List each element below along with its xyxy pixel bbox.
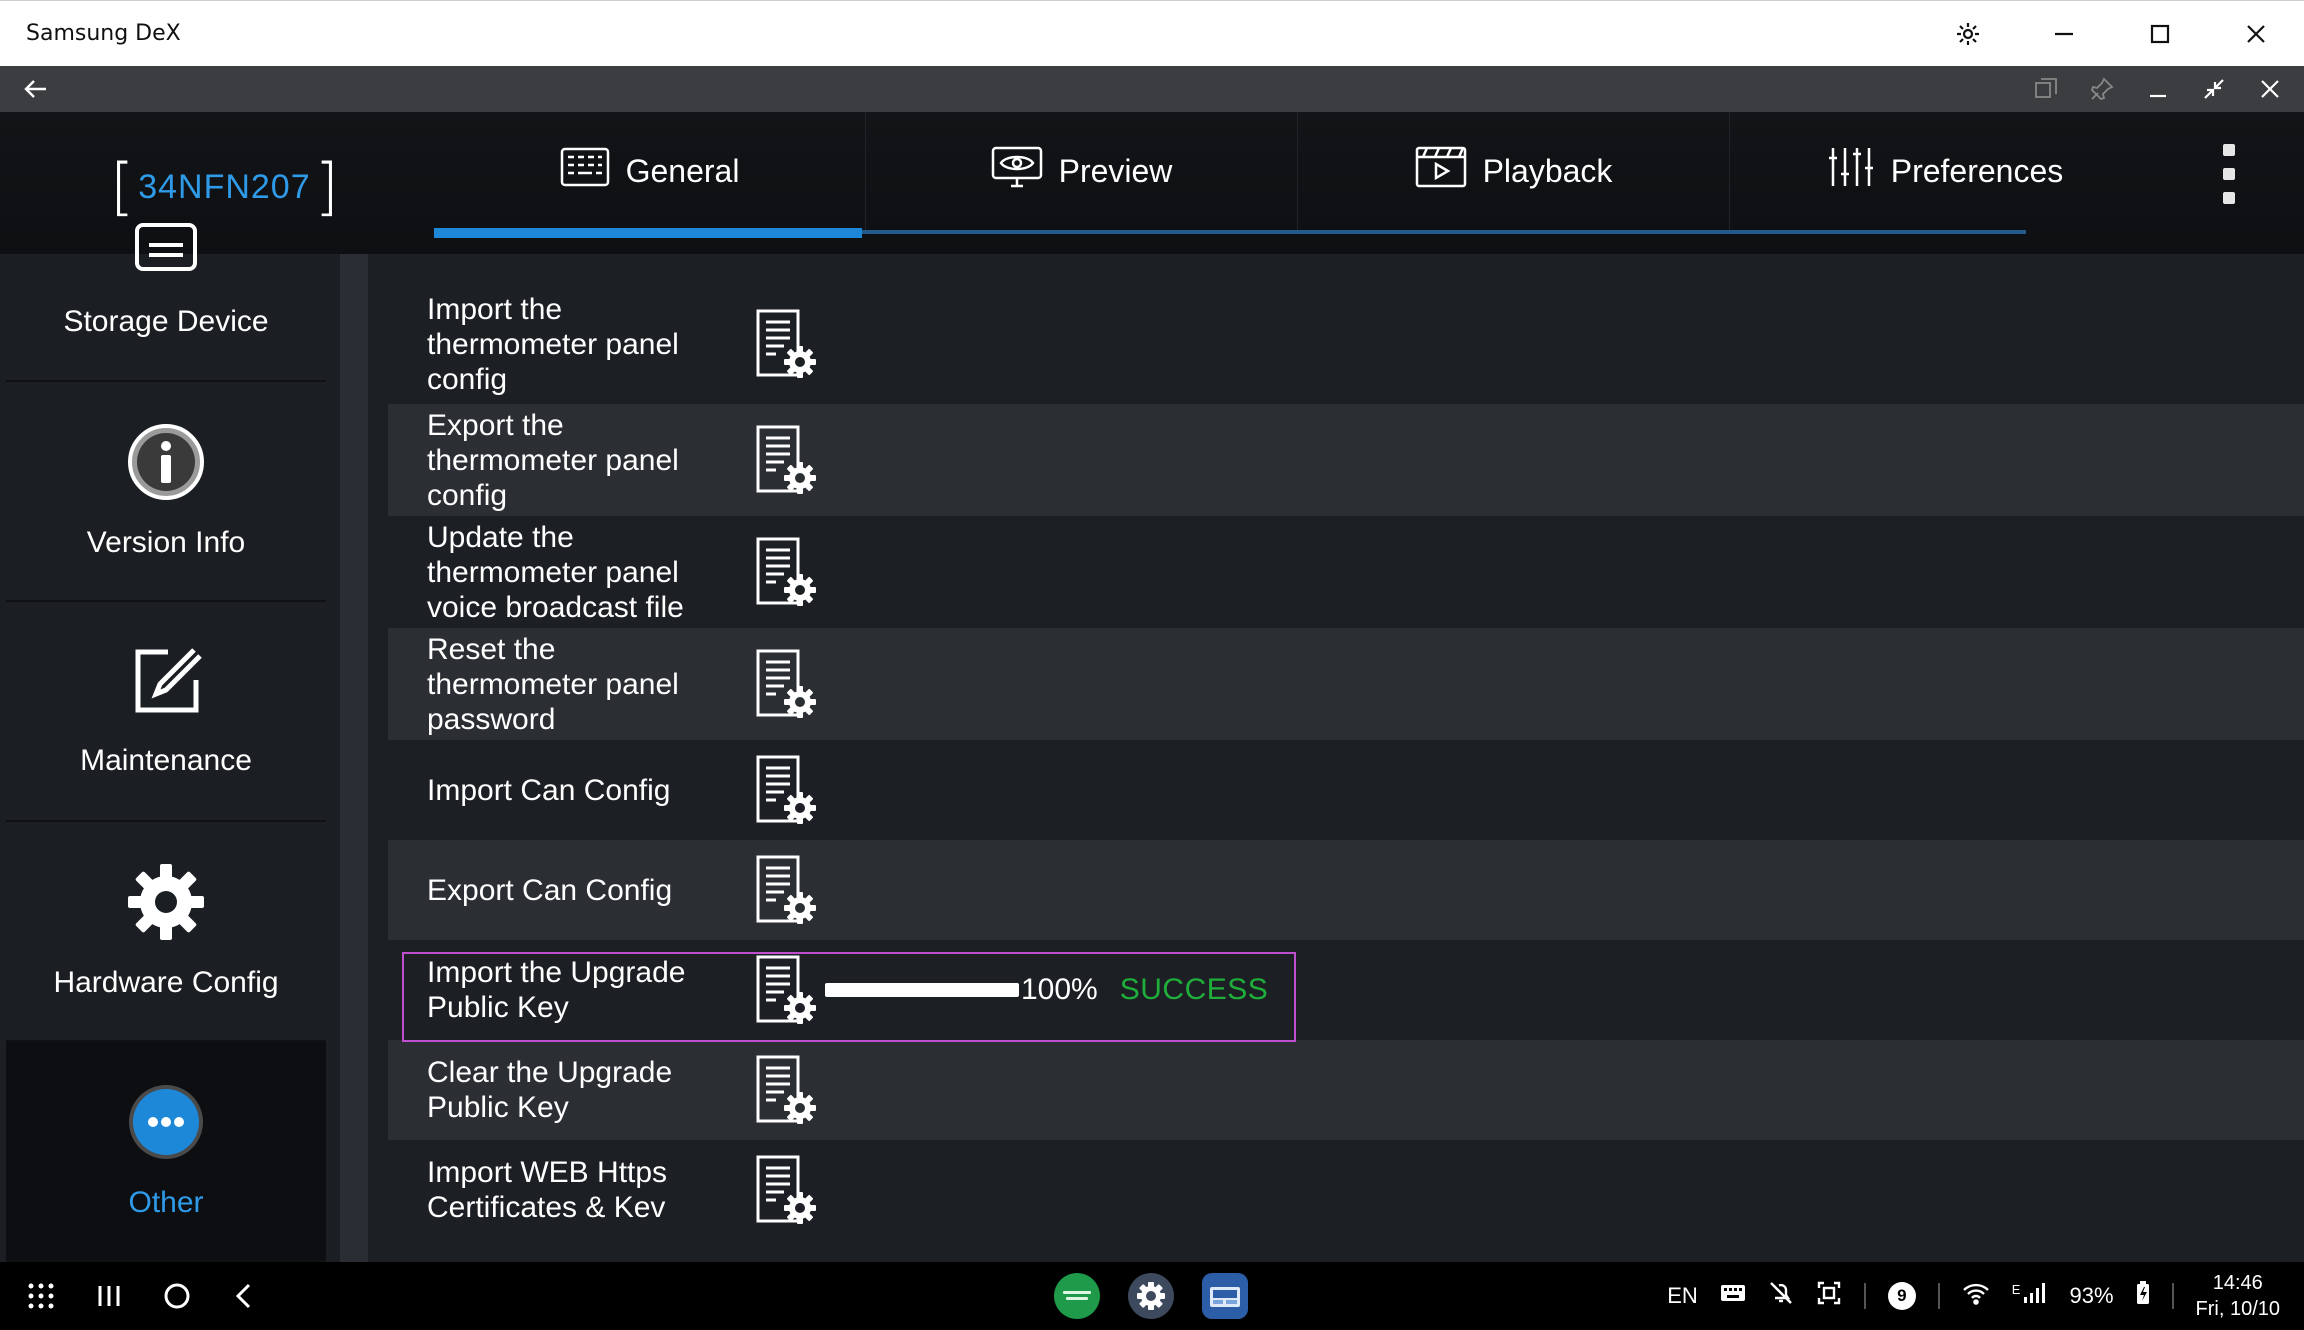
more-options-icon[interactable] — [2222, 144, 2236, 204]
sidebar-item-label: Version Info — [86, 526, 246, 559]
list-item[interactable]: Import the thermometer panel config — [388, 284, 2304, 404]
list-item-label: Clear the Upgrade Public Key — [427, 1056, 673, 1124]
film-play-icon — [1415, 146, 1467, 196]
more-icon — [126, 1082, 206, 1170]
sidebar-item-hardware-config[interactable]: Hardware Config — [6, 822, 326, 1042]
snap-window-icon[interactable] — [2030, 73, 2062, 105]
back-icon[interactable] — [228, 1279, 262, 1313]
sidebar-item-other[interactable]: Other — [6, 1042, 326, 1262]
minimize-button[interactable] — [2016, 1, 2112, 67]
list-item-label: Update the thermometer panel voice broad… — [427, 520, 684, 624]
eye-monitor-icon — [991, 146, 1043, 196]
config-file-icon[interactable] — [754, 1054, 818, 1126]
list-item[interactable]: Export Can Config — [388, 840, 2304, 940]
tab-active-indicator — [434, 228, 862, 238]
notification-badge[interactable]: 9 — [1887, 1282, 1916, 1310]
device-app-icon[interactable] — [1202, 1273, 1248, 1319]
sidebar-item-maintenance[interactable]: Maintenance — [6, 602, 326, 822]
list-item[interactable]: Update the thermometer panel voice broad… — [388, 516, 2304, 628]
tab-label: Preferences — [1890, 152, 2064, 189]
tab-preview[interactable]: Preview — [866, 112, 1298, 230]
sidebar-item-label: Hardware Config — [53, 966, 279, 999]
tab-general[interactable]: General — [434, 112, 866, 230]
config-file-icon[interactable] — [754, 536, 818, 608]
list-item-label: Export the thermometer panel config — [427, 408, 679, 512]
signal-icon[interactable] — [2023, 1282, 2047, 1310]
home-icon[interactable] — [160, 1279, 194, 1313]
list-item-label: Export Can Config — [427, 873, 673, 907]
restore-icon[interactable] — [2198, 73, 2230, 105]
list-item[interactable]: Clear the Upgrade Public Key — [388, 1040, 2304, 1140]
config-file-icon[interactable] — [754, 648, 818, 720]
config-file-icon[interactable] — [754, 854, 818, 926]
mute-icon[interactable] — [1768, 1280, 1794, 1312]
language-indicator[interactable]: EN — [1667, 1283, 1698, 1309]
settings-app-icon[interactable] — [1128, 1273, 1174, 1319]
battery-icon — [2136, 1281, 2150, 1311]
clock[interactable]: 14:46 Fri, 10/10 — [2196, 1270, 2280, 1322]
keyboard-icon — [560, 147, 610, 195]
wifi-icon[interactable] — [1962, 1281, 1990, 1311]
keyboard-icon[interactable] — [1720, 1283, 1746, 1309]
tab-label: Playback — [1482, 152, 1613, 189]
tab-playback[interactable]: Playback — [1298, 112, 1730, 230]
list-item[interactable]: Export the thermometer panel config — [388, 404, 2304, 516]
list-item[interactable]: Import Can Config — [388, 740, 2304, 840]
list-item[interactable]: Reset the thermometer panel password — [388, 628, 2304, 740]
recent-apps-icon[interactable] — [92, 1279, 126, 1313]
config-file-icon[interactable] — [754, 424, 818, 496]
sidebar-item-label: Maintenance — [80, 744, 252, 777]
edit-wrench-icon — [128, 644, 204, 728]
selected-row-highlight — [402, 952, 1296, 1042]
tab-label: Preview — [1058, 152, 1173, 189]
taskbar: EN 9 E 93% 14:46 Fri, 10/10 — [0, 1262, 2304, 1330]
sidebar-scrollbar[interactable] — [340, 254, 368, 1262]
clock-date: Fri, 10/10 — [2195, 1298, 2280, 1320]
clock-time: 14:46 — [2212, 1272, 2263, 1294]
list-item-label: Import Can Config — [427, 773, 671, 807]
settings-icon[interactable] — [1920, 1, 2016, 67]
list-item-label: Import WEB Https Certificates & Kev — [427, 1156, 668, 1224]
battery-percent: 93% — [2069, 1283, 2114, 1308]
sidebar-item-label: Storage Device — [63, 305, 269, 338]
pin-icon[interactable] — [2086, 73, 2118, 105]
close-icon[interactable] — [2254, 73, 2286, 105]
config-file-icon[interactable] — [754, 1154, 818, 1226]
sidebar-item-label: Other — [128, 1186, 204, 1219]
apps-grid-icon[interactable] — [24, 1279, 58, 1313]
dex-app-bar — [0, 66, 2304, 112]
list-item[interactable]: Import WEB Https Certificates & Kev — [388, 1140, 2304, 1240]
tab-label: General — [625, 152, 740, 189]
notification-count: 9 — [1897, 1286, 1907, 1305]
list-item-label: Reset the thermometer panel password — [427, 632, 679, 736]
screenshot-icon[interactable] — [1816, 1280, 1842, 1312]
storage-icon — [131, 221, 201, 289]
tab-preferences[interactable]: Preferences — [1730, 112, 2162, 230]
gear-icon — [126, 862, 206, 950]
sidebar-item-storage-device[interactable]: Storage Device — [6, 180, 326, 382]
config-file-icon[interactable] — [754, 308, 818, 380]
window-title: Samsung DeX — [26, 21, 181, 46]
sidebar-item-version-info[interactable]: Version Info — [6, 382, 326, 602]
sidebar: Storage Device Version Info Maintenance … — [0, 223, 368, 1262]
app-header: [ 34NFN207 ] General Preview Playback Pr… — [0, 112, 2304, 254]
sliders-icon — [1828, 146, 1875, 196]
close-button[interactable] — [2208, 1, 2304, 67]
info-icon — [126, 422, 206, 510]
app-shortcut-green-icon[interactable] — [1054, 1273, 1100, 1319]
config-file-icon[interactable] — [754, 754, 818, 826]
list-item-label: Import the thermometer panel config — [427, 292, 679, 396]
minimize-icon[interactable] — [2142, 73, 2174, 105]
maximize-button[interactable] — [2112, 1, 2208, 67]
window-title-bar: Samsung DeX — [0, 0, 2304, 66]
back-arrow-icon[interactable] — [22, 74, 52, 104]
network-type: E — [2011, 1282, 2021, 1297]
